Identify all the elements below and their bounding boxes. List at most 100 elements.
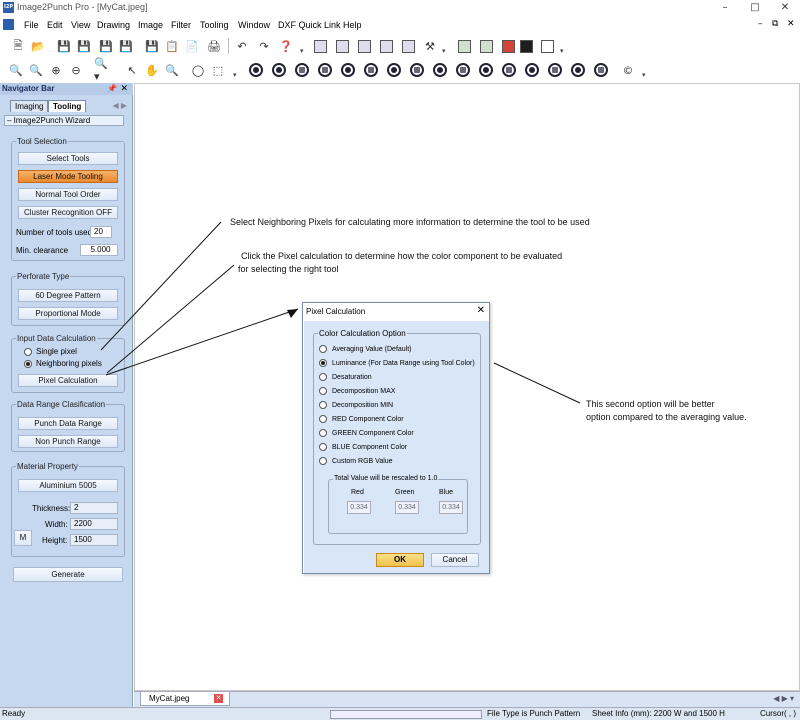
redo-icon[interactable]: ↷: [256, 38, 272, 54]
option-radio[interactable]: [319, 359, 327, 367]
punch-tool-11-icon[interactable]: [478, 62, 494, 78]
non-punch-range-button[interactable]: Non Punch Range: [18, 435, 118, 448]
punch-tool-9-icon[interactable]: [432, 62, 448, 78]
red-value-field[interactable]: 0.334: [347, 501, 371, 514]
zoom-dropdown-icon[interactable]: 🔍▾: [94, 57, 110, 83]
document-icon[interactable]: [3, 19, 14, 30]
number-of-tools-field[interactable]: 20: [90, 226, 112, 238]
punch-tool-6-icon[interactable]: [363, 62, 379, 78]
toolbar-grip[interactable]: ▾: [442, 48, 448, 55]
cluster-recognition-button[interactable]: Cluster Recognition OFF: [18, 206, 118, 219]
dialog-close-icon[interactable]: ✕: [477, 305, 485, 316]
maximize-icon[interactable]: □: [740, 0, 770, 16]
zoom-window-icon[interactable]: 🔍: [164, 62, 180, 78]
tool-view-4-icon[interactable]: [378, 38, 394, 54]
list-icon[interactable]: 📄: [184, 38, 200, 54]
document-nav-arrows[interactable]: ◀ ▶ ▾: [773, 694, 794, 703]
menu-drawing[interactable]: Drawing: [97, 20, 130, 30]
mdi-close-icon[interactable]: ✕: [787, 19, 795, 29]
laser-mode-tooling-button[interactable]: Laser Mode Tooling: [18, 170, 118, 183]
height-field[interactable]: 1500: [70, 534, 118, 546]
option-radio[interactable]: [319, 387, 327, 395]
copyright-icon[interactable]: ©: [620, 62, 636, 78]
option-radio[interactable]: [319, 443, 327, 451]
cancel-button[interactable]: Cancel: [431, 553, 479, 567]
toolbar-grip[interactable]: ▾: [642, 72, 648, 79]
punch-tool-10-icon[interactable]: [455, 62, 471, 78]
color-layout-2-icon[interactable]: [518, 38, 534, 54]
menu-filter[interactable]: Filter: [171, 20, 191, 30]
normal-tool-order-button[interactable]: Normal Tool Order: [18, 188, 118, 201]
mdi-minimize-icon[interactable]: –: [758, 19, 763, 29]
tab-tooling[interactable]: Tooling: [48, 100, 87, 112]
neighboring-pixels-radio[interactable]: [24, 360, 32, 368]
punch-tool-15-icon[interactable]: [570, 62, 586, 78]
layout-1-icon[interactable]: [456, 38, 472, 54]
undo-icon[interactable]: ↶: [234, 38, 250, 54]
tab-imaging[interactable]: Imaging: [10, 100, 49, 112]
blue-value-field[interactable]: 0.334: [439, 501, 463, 514]
thickness-field[interactable]: 2: [70, 502, 118, 514]
menu-window[interactable]: Window: [238, 20, 270, 30]
material-button[interactable]: Aluminium 5005: [18, 479, 118, 492]
punch-tool-8-icon[interactable]: [409, 62, 425, 78]
save-dxf-icon[interactable]: 💾: [118, 38, 134, 54]
color-layout-icon[interactable]: [500, 38, 516, 54]
material-m-button[interactable]: M: [14, 530, 32, 546]
min-clearance-field[interactable]: 5.000: [80, 244, 118, 256]
tool-view-1-icon[interactable]: [312, 38, 328, 54]
document-close-icon[interactable]: ✕: [214, 694, 223, 703]
navigator-close-icon[interactable]: ✕: [120, 83, 128, 94]
toolbar-grip[interactable]: ▾: [300, 48, 306, 55]
print-icon[interactable]: 🖨: [206, 38, 222, 54]
open-folder-icon[interactable]: 📂: [30, 38, 46, 54]
save-icon[interactable]: 💾: [56, 38, 72, 54]
menu-dxf-quick-link[interactable]: DXF Quick Link: [278, 20, 341, 30]
zoom-out-icon[interactable]: ⊖: [68, 62, 84, 78]
wizard-header[interactable]: – Image2Punch Wizard: [4, 115, 124, 126]
punch-tool-5-icon[interactable]: [340, 62, 356, 78]
pointer-icon[interactable]: ↖: [124, 62, 140, 78]
zoom-fit-icon[interactable]: 🔍: [8, 62, 24, 78]
pixel-calculation-button[interactable]: Pixel Calculation: [18, 374, 118, 387]
menu-help[interactable]: Help: [343, 20, 362, 30]
menu-file[interactable]: File: [24, 20, 39, 30]
60-degree-pattern-button[interactable]: 60 Degree Pattern: [18, 289, 118, 302]
layout-2-icon[interactable]: [478, 38, 494, 54]
option-radio[interactable]: [319, 429, 327, 437]
single-pixel-radio[interactable]: [24, 348, 32, 356]
minimize-icon[interactable]: –: [710, 0, 740, 16]
punch-tool-14-icon[interactable]: [547, 62, 563, 78]
tool-view-2-icon[interactable]: [334, 38, 350, 54]
option-radio[interactable]: [319, 415, 327, 423]
punch-tool-3-icon[interactable]: [294, 62, 310, 78]
punch-tool-16-icon[interactable]: [593, 62, 609, 78]
zoom-1to1-icon[interactable]: 🔍: [28, 62, 44, 78]
option-radio[interactable]: [319, 457, 327, 465]
punch-tool-7-icon[interactable]: [386, 62, 402, 78]
toolbar-grip[interactable]: ▾: [233, 72, 239, 79]
tools-icon[interactable]: ⚒: [422, 38, 438, 54]
ok-button[interactable]: OK: [376, 553, 424, 567]
select-tools-button[interactable]: Select Tools: [18, 152, 118, 165]
ellipse-select-icon[interactable]: ◯: [190, 62, 206, 78]
green-value-field[interactable]: 0.334: [395, 501, 419, 514]
grid-layout-icon[interactable]: [539, 38, 555, 54]
zoom-in-icon[interactable]: ⊕: [48, 62, 64, 78]
document-tab[interactable]: MyCat.jpeg ✕: [140, 692, 230, 706]
menu-image[interactable]: Image: [138, 20, 163, 30]
punch-data-range-button[interactable]: Punch Data Range: [18, 417, 118, 430]
option-radio[interactable]: [319, 373, 327, 381]
tool-view-5-icon[interactable]: [400, 38, 416, 54]
help-icon[interactable]: ❓: [278, 38, 294, 54]
punch-tool-13-icon[interactable]: [524, 62, 540, 78]
option-radio[interactable]: [319, 345, 327, 353]
menu-edit[interactable]: Edit: [47, 20, 63, 30]
export-icon[interactable]: 💾: [144, 38, 160, 54]
option-radio[interactable]: [319, 401, 327, 409]
tool-view-3-icon[interactable]: [356, 38, 372, 54]
pan-hand-icon[interactable]: ✋: [144, 62, 160, 78]
save-as-icon[interactable]: 💾: [98, 38, 114, 54]
save-punch-icon[interactable]: 💾: [76, 38, 92, 54]
punch-tool-4-icon[interactable]: [317, 62, 333, 78]
